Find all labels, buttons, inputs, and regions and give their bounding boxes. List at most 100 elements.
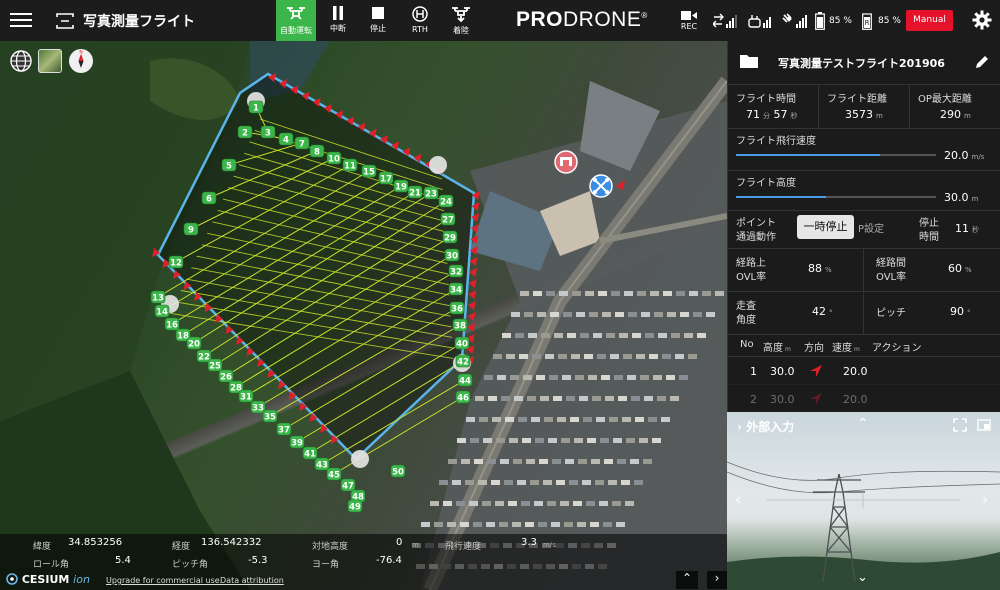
auto-flight-button[interactable]: 自動運転 [276, 0, 316, 41]
waypoint-marker[interactable]: 43 [314, 457, 330, 471]
folder-icon[interactable] [740, 54, 758, 68]
waypoint-marker[interactable]: 26 [218, 369, 234, 383]
table-row[interactable]: 2 30.0 20.0 [728, 384, 1000, 412]
attribution-link[interactable]: Data attribution [220, 576, 284, 585]
flight-height-slider[interactable] [736, 196, 936, 198]
waypoint-number: 41 [304, 450, 316, 460]
waypoint-marker[interactable]: 10 [326, 151, 342, 165]
waypoint-marker[interactable]: 4 [278, 132, 294, 146]
rth-button[interactable]: RTH [400, 0, 440, 41]
waypoint-marker[interactable]: 3 [260, 125, 276, 139]
waypoint-marker[interactable]: 32 [448, 264, 464, 278]
parked-car [567, 333, 576, 338]
waypoint-marker[interactable]: 25 [207, 358, 223, 372]
waypoint-marker[interactable]: 13 [150, 290, 166, 304]
waypoint-marker[interactable]: 41 [302, 446, 318, 460]
battery-icon [815, 11, 825, 30]
chevron-down-icon[interactable]: ⌄ [857, 570, 868, 585]
waypoint-number: 42 [457, 358, 469, 368]
waypoint-marker[interactable]: 20 [186, 336, 202, 350]
waypoint-marker[interactable]: 5 [221, 158, 237, 172]
external-input-view[interactable]: › 外部入力 ⌃ ‹ › ⌄ [727, 412, 1000, 590]
compass-icon[interactable]: N [69, 49, 93, 73]
waypoint-marker[interactable]: 7 [294, 136, 310, 150]
waypoint-marker[interactable]: 34 [448, 282, 464, 296]
waypoint-marker[interactable]: 42 [455, 354, 471, 368]
flight-height-value: 30.0 m [944, 191, 979, 204]
parked-car [549, 375, 558, 380]
settings-gear-icon[interactable] [972, 10, 992, 34]
parked-car [465, 480, 474, 485]
waypoint-marker[interactable]: 1 [248, 100, 264, 114]
p-setting-button[interactable]: P設定 [858, 220, 884, 235]
flight-speed-slider[interactable] [736, 154, 936, 156]
parked-car [675, 354, 684, 359]
waypoint-marker[interactable]: 23 [423, 186, 439, 200]
waypoint-marker[interactable]: 24 [438, 194, 454, 208]
waypoint-marker[interactable]: 21 [407, 185, 423, 199]
waypoint-number: 20 [188, 340, 200, 350]
previous-feed-icon[interactable]: ‹ [735, 490, 741, 509]
waypoint-marker[interactable]: 14 [154, 304, 170, 318]
scan-angle-value: 42 ° [812, 305, 833, 318]
waypoint-marker[interactable]: 2 [237, 125, 253, 139]
waypoint-marker[interactable]: 36 [449, 301, 465, 315]
pencil-edit-icon[interactable] [974, 54, 990, 70]
waypoint-marker[interactable]: 31 [238, 389, 254, 403]
chevron-right-icon[interactable]: › [707, 571, 727, 589]
waypoint-marker[interactable]: 35 [262, 409, 278, 423]
waypoint-marker[interactable]: 9 [183, 222, 199, 236]
waypoint-marker[interactable]: 6 [201, 191, 217, 205]
waypoint-marker[interactable]: 37 [276, 422, 292, 436]
waypoint-marker[interactable]: 49 [347, 499, 363, 513]
parked-car [590, 522, 599, 527]
waypoint-marker[interactable]: 29 [442, 230, 458, 244]
waypoint-marker[interactable]: 50 [390, 464, 406, 478]
stop-mission-button[interactable]: 停止 [358, 0, 398, 41]
waypoint-marker[interactable]: 39 [289, 435, 305, 449]
pause-mission-button[interactable]: 中断 [318, 0, 358, 41]
parked-car [486, 522, 495, 527]
waypoint-marker[interactable]: 12 [168, 255, 184, 269]
parked-car [648, 417, 657, 422]
waypoint-marker[interactable]: 44 [457, 373, 473, 387]
chevron-up-icon[interactable]: ⌃ [676, 571, 698, 589]
next-feed-icon[interactable]: › [982, 490, 988, 509]
parked-car [631, 396, 640, 401]
table-row[interactable]: 1 30.0 20.0 [728, 356, 1000, 384]
hamburger-menu-icon[interactable] [10, 10, 32, 30]
col-speed: 速度 m [832, 343, 860, 354]
picture-in-picture-icon[interactable] [977, 418, 991, 432]
parked-car [558, 354, 567, 359]
manual-mode-button[interactable]: Manual [906, 10, 953, 31]
parked-car [579, 396, 588, 401]
chevron-right-icon[interactable]: › [737, 420, 742, 434]
waypoint-number: 13 [152, 294, 164, 304]
globe-layer-icon[interactable] [9, 49, 33, 73]
parked-car [584, 354, 593, 359]
waypoint-marker[interactable]: 17 [378, 171, 394, 185]
map-view[interactable]: 1 2 3 4 5 6 7 8 9 10 11 12 13 14 15 16 17 18 19 20 21 22 23 24 2… [0, 41, 727, 590]
row-no: 2 [750, 393, 757, 406]
waypoint-marker[interactable]: 16 [164, 317, 180, 331]
waypoint-marker[interactable]: 47 [340, 478, 356, 492]
waypoint-marker[interactable]: 15 [361, 164, 377, 178]
waypoint-marker[interactable]: 11 [342, 158, 358, 172]
waypoint-marker[interactable]: 8 [309, 144, 325, 158]
home-point-icon[interactable] [554, 150, 578, 174]
waypoint-marker[interactable]: 30 [444, 248, 460, 262]
chevron-up-icon[interactable]: ⌃ [857, 416, 869, 432]
waypoint-marker[interactable]: 40 [454, 336, 470, 350]
upgrade-link[interactable]: Upgrade for commercial use. [106, 576, 222, 585]
waypoint-marker[interactable]: 38 [452, 318, 468, 332]
basemap-picker-icon[interactable] [38, 49, 62, 73]
waypoint-marker[interactable]: 45 [326, 467, 342, 481]
waypoint-marker[interactable]: 27 [440, 212, 456, 226]
record-button[interactable]: REC [678, 0, 700, 41]
pause-action-button[interactable]: 一時停止 [797, 215, 854, 239]
land-button[interactable]: 着陸 [441, 0, 481, 41]
waypoint-marker[interactable]: 19 [393, 179, 409, 193]
parked-car [574, 438, 583, 443]
fullscreen-icon[interactable] [953, 418, 967, 432]
waypoint-marker[interactable]: 46 [455, 390, 471, 404]
